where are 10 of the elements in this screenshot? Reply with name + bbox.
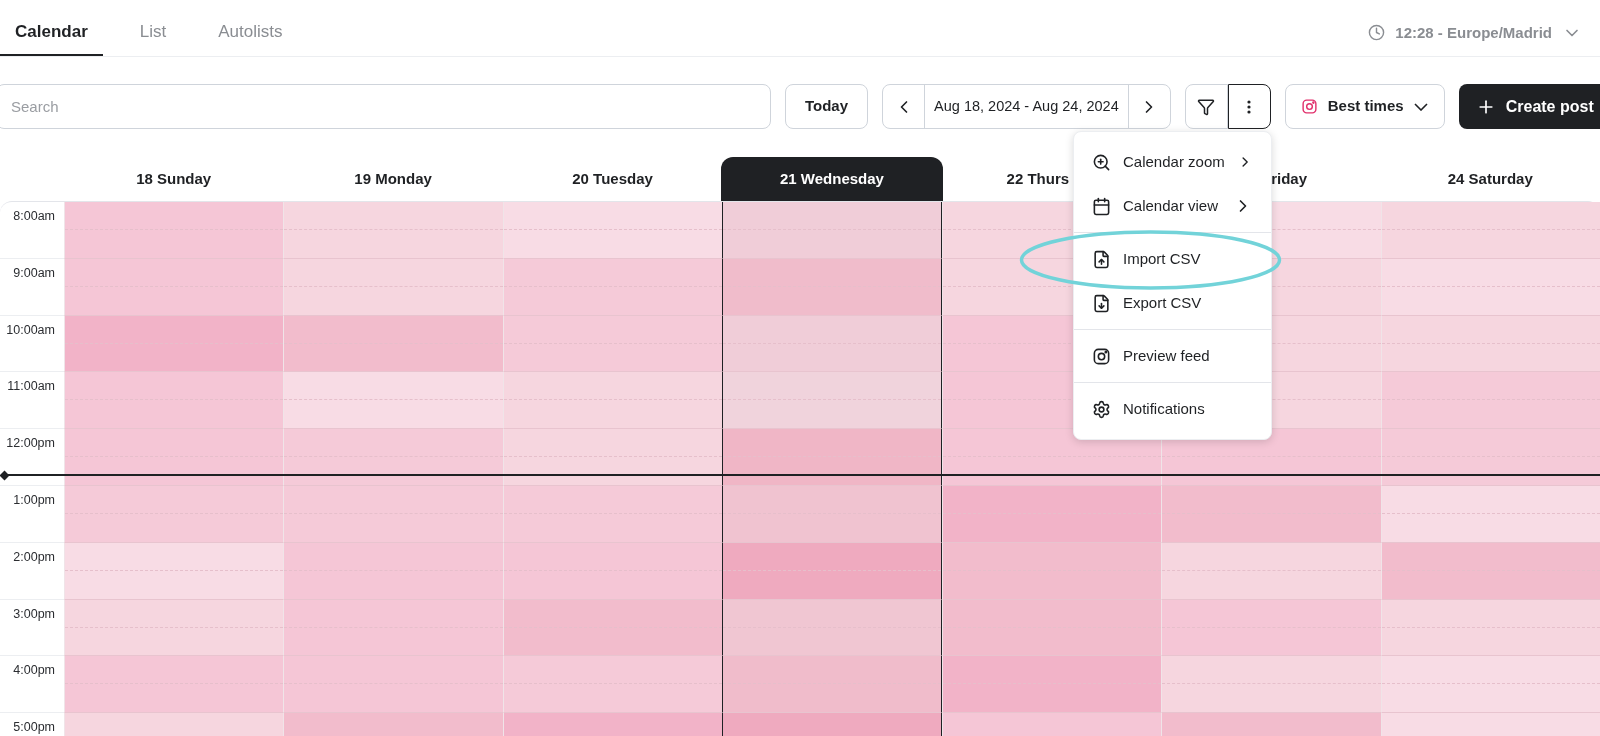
time-label: 2:00pm: [13, 548, 55, 566]
time-label: 11:00am: [7, 378, 55, 396]
time-label: 8:00am: [13, 208, 55, 225]
time-label: 10:00am: [6, 321, 55, 339]
time-label: 4:00pm: [13, 662, 55, 680]
time-label: 12:00pm: [6, 435, 55, 453]
time-label: 3:00pm: [13, 605, 55, 623]
time-label: 1:00pm: [13, 492, 55, 509]
time-label: 9:00am: [13, 264, 55, 282]
time-label: 5:00pm: [13, 719, 55, 736]
